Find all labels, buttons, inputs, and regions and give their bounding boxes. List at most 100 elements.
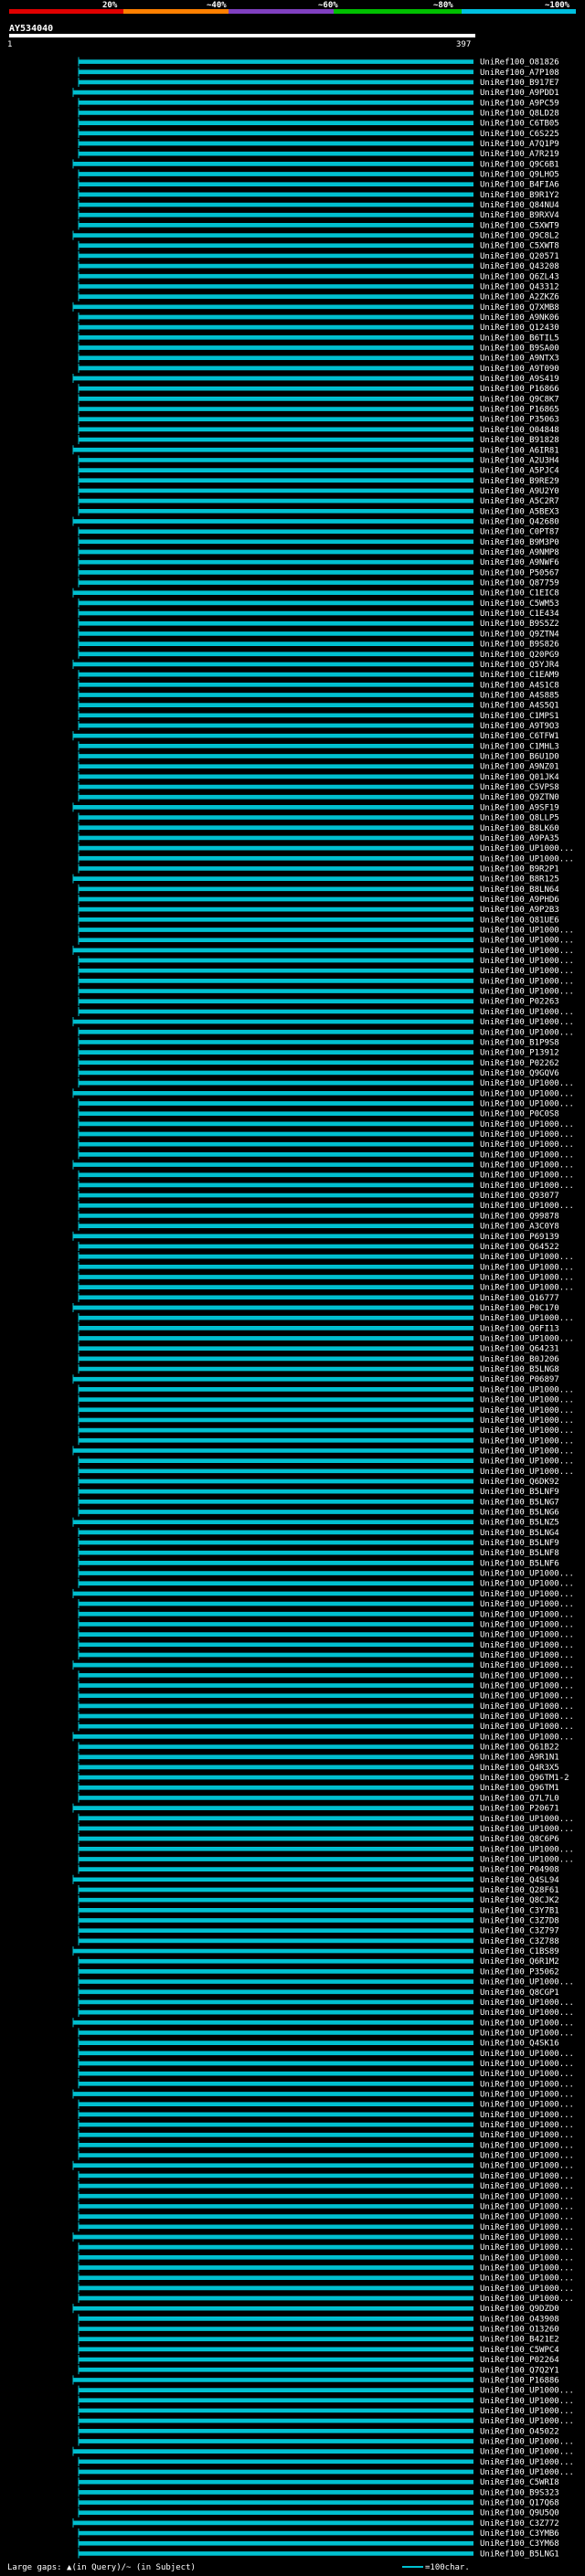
hit-row[interactable]: UniRef100_Q9U5Q0	[78, 2507, 559, 2518]
hit-row[interactable]: UniRef100_C3YMB6	[78, 2528, 559, 2539]
hit-label[interactable]: UniRef100_Q96TM1	[480, 1784, 559, 1793]
hit-label[interactable]: UniRef100_Q28F61	[480, 1886, 559, 1895]
hit-label[interactable]: UniRef100_A7R219	[480, 150, 559, 159]
hit-label[interactable]: UniRef100_UP1000...	[480, 2397, 574, 2406]
hit-label[interactable]: UniRef100_B8LK60	[480, 824, 559, 833]
hit-row[interactable]: UniRef100_UP1000...	[78, 1006, 574, 1017]
hit-row[interactable]: UniRef100_B9S323	[78, 2487, 559, 2497]
hit-label[interactable]: UniRef100_Q81UE6	[480, 916, 559, 925]
hit-label[interactable]: UniRef100_Q9DZD0	[480, 2305, 559, 2314]
hit-label[interactable]: UniRef100_UP1000...	[480, 2223, 574, 2232]
hit-label[interactable]: UniRef100_B917E7	[480, 79, 559, 88]
hit-label[interactable]: UniRef100_B9S5Z2	[480, 620, 559, 629]
hit-row[interactable]: UniRef100_UP1000...	[78, 2385, 574, 2396]
hit-row[interactable]: UniRef100_Q8CJK2	[78, 1895, 559, 1905]
hit-row[interactable]: UniRef100_UP1000...	[78, 1150, 574, 1160]
hit-row[interactable]: UniRef100_UP1000...	[78, 935, 574, 946]
hit-row[interactable]: UniRef100_C5WRI8	[78, 2477, 559, 2487]
hit-label[interactable]: UniRef100_UP1000...	[480, 2121, 574, 2130]
hit-row[interactable]: UniRef100_B9RE29	[78, 475, 559, 486]
hit-label[interactable]: UniRef100_UP1000...	[480, 854, 574, 864]
hit-row[interactable]: UniRef100_UP1000...	[78, 1201, 574, 1211]
hit-label[interactable]: UniRef100_C6TB05	[480, 120, 559, 129]
hit-row[interactable]: UniRef100_O45022	[78, 2426, 559, 2436]
hit-label[interactable]: UniRef100_A9NTX3	[480, 355, 559, 364]
hit-label[interactable]: UniRef100_O45022	[480, 2427, 559, 2436]
hit-label[interactable]: UniRef100_P04908	[480, 1866, 559, 1875]
hit-row[interactable]: UniRef100_UP1000...	[78, 1426, 574, 1436]
hit-label[interactable]: UniRef100_Q8C6P6	[480, 1835, 559, 1844]
hit-row[interactable]: UniRef100_UP1000...	[78, 1568, 574, 1579]
hit-label[interactable]: UniRef100_A2ZKZ6	[480, 293, 559, 302]
hit-label[interactable]: UniRef100_A7P108	[480, 69, 559, 78]
hit-label[interactable]: UniRef100_P69139	[480, 1233, 559, 1242]
hit-label[interactable]: UniRef100_B5LNG8	[480, 1365, 559, 1374]
hit-row[interactable]: UniRef100_C3Z7D8	[78, 1915, 559, 1926]
hit-label[interactable]: UniRef100_C5XWT8	[480, 242, 559, 251]
hit-label[interactable]: UniRef100_UP1000...	[480, 2060, 574, 2069]
hit-row[interactable]: UniRef100_A5PJC4	[78, 465, 559, 476]
hit-label[interactable]: UniRef100_C3Z7D8	[480, 1917, 559, 1926]
hit-row[interactable]: UniRef100_C1E434	[78, 609, 559, 619]
hit-row[interactable]: UniRef100_UP1000...	[78, 986, 574, 997]
hit-row[interactable]: UniRef100_UP1000...	[78, 2283, 574, 2294]
hit-label[interactable]: UniRef100_B5LNG6	[480, 1509, 559, 1518]
hit-label[interactable]: UniRef100_A9T9O3	[480, 722, 559, 731]
hit-label[interactable]: UniRef100_UP1000...	[480, 1671, 574, 1680]
hit-label[interactable]: UniRef100_Q9GQV6	[480, 1069, 559, 1078]
hit-label[interactable]: UniRef100_A4S5Q1	[480, 702, 559, 711]
hit-row[interactable]: UniRef100_Q7L7L0	[78, 1793, 559, 1803]
hit-row[interactable]: UniRef100_UP1000...	[78, 966, 574, 976]
hit-row[interactable]: UniRef100_B8LK60	[78, 822, 559, 833]
hit-label[interactable]: UniRef100_UP1000...	[480, 927, 574, 936]
hit-label[interactable]: UniRef100_Q6DK92	[480, 1478, 559, 1487]
hit-label[interactable]: UniRef100_UP1000...	[480, 1396, 574, 1405]
hit-row[interactable]: UniRef100_A9P2B3	[78, 905, 559, 915]
hit-label[interactable]: UniRef100_A5BEX3	[480, 507, 559, 516]
hit-row[interactable]: UniRef100_UP1000...	[78, 1711, 574, 1722]
hit-row[interactable]: UniRef100_B0J206	[78, 1353, 559, 1364]
hit-label[interactable]: UniRef100_A9S419	[480, 375, 559, 384]
hit-row[interactable]: UniRef100_Q9C6B1	[72, 159, 559, 169]
hit-row[interactable]: UniRef100_UP1000...	[78, 2181, 574, 2191]
hit-label[interactable]: UniRef100_P16886	[480, 2376, 559, 2385]
hit-label[interactable]: UniRef100_UP1000...	[480, 1458, 574, 1467]
hit-label[interactable]: UniRef100_A9PHD6	[480, 896, 559, 905]
hit-row[interactable]: UniRef100_Q96TM1-2	[78, 1773, 569, 1783]
hit-row[interactable]: UniRef100_A6IR81	[72, 445, 559, 455]
hit-row[interactable]: UniRef100_Q96TM1	[78, 1783, 559, 1793]
hit-row[interactable]: UniRef100_B4FIA6	[78, 179, 559, 190]
hit-row[interactable]: UniRef100_A9PA35	[78, 832, 559, 843]
hit-row[interactable]: UniRef100_C5WPC4	[78, 2344, 559, 2355]
hit-row[interactable]: UniRef100_UP1000...	[78, 2130, 574, 2140]
hit-row[interactable]: UniRef100_A9U2Y0	[78, 485, 559, 496]
hit-row[interactable]: UniRef100_UP1000...	[78, 2191, 574, 2201]
hit-row[interactable]: UniRef100_B9S826	[78, 639, 559, 650]
hit-row[interactable]: UniRef100_UP1000...	[78, 2456, 574, 2467]
hit-label[interactable]: UniRef100_B9RXV4	[480, 211, 559, 220]
hit-label[interactable]: UniRef100_UP1000...	[480, 1089, 574, 1098]
hit-label[interactable]: UniRef100_C5VPS8	[480, 783, 559, 792]
hit-row[interactable]: UniRef100_UP1000...	[78, 2466, 574, 2477]
hit-label[interactable]: UniRef100_UP1000...	[480, 1978, 574, 1988]
hit-row[interactable]: UniRef100_Q8LLP5	[78, 812, 559, 823]
hit-row[interactable]: UniRef100_UP1000...	[78, 1252, 574, 1262]
hit-row[interactable]: UniRef100_Q6FI13	[78, 1323, 559, 1333]
hit-row[interactable]: UniRef100_B5LNF9	[78, 1487, 559, 1497]
hit-label[interactable]: UniRef100_Q5YJR4	[480, 661, 559, 670]
hit-row[interactable]: UniRef100_Q8C6P6	[78, 1834, 559, 1844]
hit-row[interactable]: UniRef100_UP1000...	[78, 1078, 574, 1088]
hit-label[interactable]: UniRef100_A9P2B3	[480, 906, 559, 915]
hit-label[interactable]: UniRef100_Q8LLP5	[480, 814, 559, 823]
hit-label[interactable]: UniRef100_UP1000...	[480, 2152, 574, 2161]
hit-label[interactable]: UniRef100_Q6ZL43	[480, 272, 559, 281]
hit-label[interactable]: UniRef100_B8R125	[480, 875, 559, 885]
hit-row[interactable]: UniRef100_P02262	[78, 1057, 559, 1068]
hit-row[interactable]: UniRef100_UP1000...	[78, 1436, 574, 1446]
hit-label[interactable]: UniRef100_C5WPC4	[480, 2346, 559, 2355]
hit-label[interactable]: UniRef100_A9PDD1	[480, 89, 559, 98]
hit-row[interactable]: UniRef100_UP1000...	[78, 1180, 574, 1191]
hit-row[interactable]: UniRef100_UP1000...	[78, 2120, 574, 2130]
hit-label[interactable]: UniRef100_Q87759	[480, 579, 559, 588]
hit-row[interactable]: UniRef100_Q9C8K7	[78, 394, 559, 404]
